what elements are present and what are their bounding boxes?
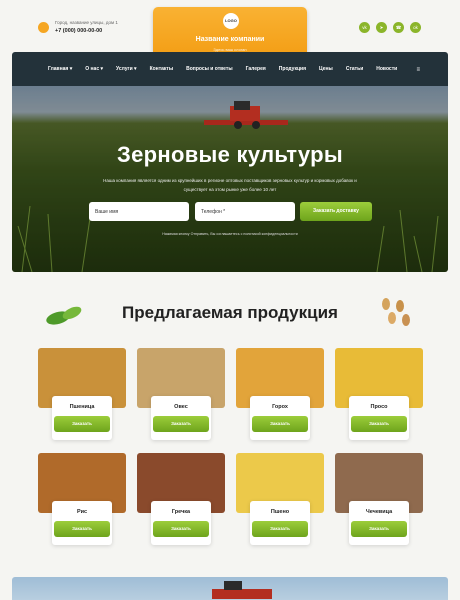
nav-item-gallery[interactable]: Галерея [246, 66, 266, 72]
hero-banner: Зерновые культуры Наша компания является… [12, 86, 448, 272]
nav-item-prices[interactable]: Цены [319, 66, 333, 72]
product-card: Пшено Заказать [236, 453, 324, 545]
menu-icon[interactable]: ≡ [416, 67, 420, 73]
product-name: Гречка [171, 509, 191, 515]
harvester-image [204, 101, 288, 129]
product-card: Просо Заказать [335, 348, 423, 440]
main-nav: Главная ▾ О нас ▾ Услуги ▾ Контакты Вопр… [12, 52, 448, 86]
product-info: Пшено Заказать [250, 501, 310, 545]
phone-input[interactable]: Телефон * [195, 202, 295, 221]
product-info: Горох Заказать [250, 396, 310, 440]
product-name: Пшеница [69, 404, 95, 410]
vk-icon[interactable]: vk [359, 22, 370, 33]
product-card: Овес Заказать [137, 348, 225, 440]
product-card: Чечевица Заказать [335, 453, 423, 545]
location-icon [38, 22, 49, 33]
product-name: Горох [272, 404, 288, 410]
bottom-banner-image [12, 577, 448, 600]
nav-item-articles[interactable]: Статьи [346, 66, 363, 72]
product-card: Гречка Заказать [137, 453, 225, 545]
product-info: Пшеница Заказать [52, 396, 112, 440]
product-name: Просо [370, 404, 388, 410]
product-info: Просо Заказать [349, 396, 409, 440]
nav-item-news[interactable]: Новости [376, 66, 397, 72]
order-button[interactable]: Заказать [252, 521, 308, 537]
product-name: Рис [76, 509, 88, 515]
phone-link[interactable]: +7 (000) 000-00-00 [55, 28, 102, 34]
harvester-image [212, 581, 272, 599]
order-button[interactable]: Заказать [252, 416, 308, 432]
logo-badge: LOGO [223, 13, 239, 29]
odnoklassniki-icon[interactable]: ok [410, 22, 421, 33]
order-button[interactable]: Заказать [54, 416, 110, 432]
product-card: Рис Заказать [38, 453, 126, 545]
consent-text[interactable]: Нажимая кнопку Отправить, Вы соглашаетес… [12, 232, 448, 236]
address-text: Город, название улицы, дом 1 [55, 20, 118, 25]
company-name: Название компании [195, 36, 265, 43]
top-bar: Город, название улицы, дом 1 +7 (000) 00… [0, 0, 460, 61]
product-name: Чечевица [365, 509, 393, 515]
name-input[interactable]: Ваше имя [89, 202, 189, 221]
social-links: vk ➤ ☎ ok [359, 22, 421, 33]
hero-title: Зерновые культуры [117, 142, 343, 167]
whatsapp-icon[interactable]: ☎ [393, 22, 404, 33]
product-card: Горох Заказать [236, 348, 324, 440]
nav-item-contacts[interactable]: Контакты [150, 66, 174, 72]
order-delivery-button[interactable]: Заказать доставку [300, 202, 372, 221]
order-button[interactable]: Заказать [54, 521, 110, 537]
order-button[interactable]: Заказать [351, 521, 407, 537]
product-info: Чечевица Заказать [349, 501, 409, 545]
nav-item-about[interactable]: О нас ▾ [85, 66, 103, 72]
hero-subtitle: Наша компания является одним из крупнейш… [103, 178, 357, 192]
nav-item-faq[interactable]: Вопросы и ответы [186, 66, 232, 72]
product-info: Овес Заказать [151, 396, 211, 440]
product-info: Рис Заказать [52, 501, 112, 545]
order-button[interactable]: Заказать [351, 416, 407, 432]
product-info: Гречка Заказать [151, 501, 211, 545]
product-name: Овес [174, 404, 188, 410]
order-button[interactable]: Заказать [153, 416, 209, 432]
page: Город, название улицы, дом 1 +7 (000) 00… [0, 0, 460, 600]
telegram-icon[interactable]: ➤ [376, 22, 387, 33]
product-card: Пшеница Заказать [38, 348, 126, 440]
seeds-icon [382, 298, 410, 326]
nav-item-home[interactable]: Главная ▾ [48, 66, 72, 72]
order-button[interactable]: Заказать [153, 521, 209, 537]
product-name: Пшено [270, 509, 290, 515]
nav-item-services[interactable]: Услуги ▾ [116, 66, 137, 72]
nav-item-products[interactable]: Продукция [279, 66, 306, 72]
